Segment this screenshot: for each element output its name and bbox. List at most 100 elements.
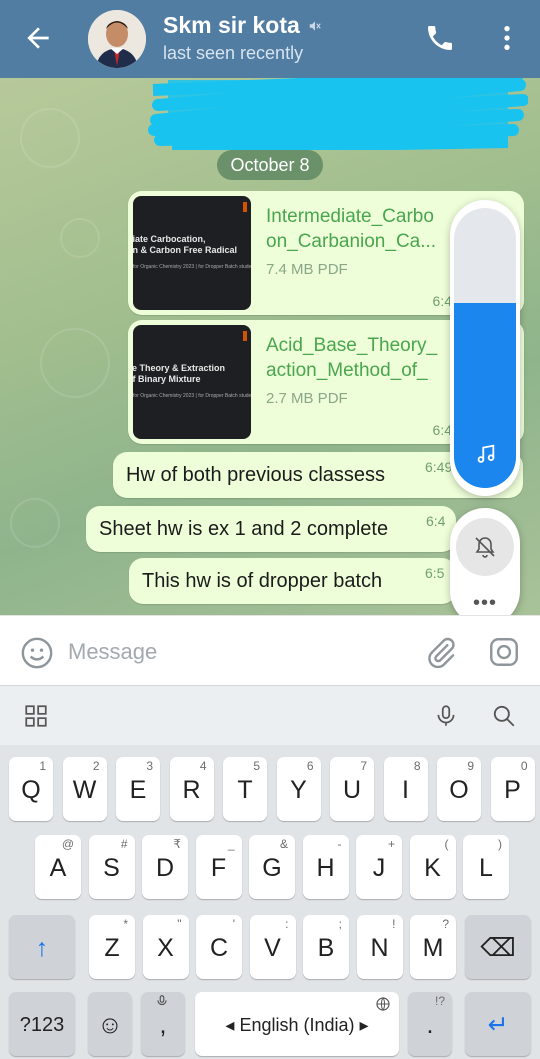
- shift-key[interactable]: ↑: [9, 915, 75, 979]
- pdf-thumbnail[interactable]: diate Carbocation, on & Carbon Free Radi…: [133, 196, 251, 310]
- thumbnail-title: se Theory & Extraction: [133, 363, 226, 373]
- key-label: V: [264, 934, 281, 962]
- wallpaper-doodle: [20, 108, 80, 168]
- arrow-left-icon[interactable]: [22, 22, 54, 54]
- apps-grid-icon[interactable]: [23, 703, 49, 729]
- text-message[interactable]: Sheet hw is ex 1 and 2 complete 6:4: [86, 506, 456, 552]
- key-s[interactable]: # S: [88, 835, 135, 899]
- message-text: This hw is of dropper batch: [142, 570, 383, 592]
- key-hint: 4: [199, 759, 207, 773]
- key-label: K: [424, 854, 441, 882]
- enter-key[interactable]: ↵: [465, 992, 531, 1056]
- key-label: T: [237, 776, 253, 804]
- key-f[interactable]: _ F: [195, 835, 242, 899]
- key-hint: _: [227, 837, 235, 851]
- redaction-scribble: [148, 78, 528, 150]
- key-h[interactable]: -H: [302, 835, 349, 899]
- key-label: Q: [21, 776, 41, 804]
- wallpaper-doodle: [60, 218, 100, 258]
- key-hint: 1: [39, 759, 46, 773]
- key-e[interactable]: 3E: [116, 757, 160, 821]
- key-label: I: [402, 776, 409, 804]
- key-k[interactable]: (K: [409, 835, 456, 899]
- key-g[interactable]: & G: [249, 835, 295, 899]
- message-input[interactable]: [68, 634, 398, 670]
- key-u[interactable]: 7U: [330, 757, 374, 821]
- emoji-icon[interactable]: [20, 636, 54, 670]
- key-z[interactable]: * Z: [89, 915, 135, 979]
- key-hint: ': [232, 917, 235, 931]
- mic-icon[interactable]: [433, 703, 459, 729]
- wallpaper-doodle: [40, 328, 110, 398]
- key-v[interactable]: :V: [249, 915, 296, 979]
- search-icon[interactable]: [491, 703, 517, 729]
- key-o[interactable]: 9O: [437, 757, 481, 821]
- key-label: ?123: [19, 1014, 65, 1036]
- contact-name-row[interactable]: Skm sir kota: [163, 12, 322, 39]
- key-w[interactable]: 2W: [62, 757, 107, 821]
- file-name-line: on_Carbanion_Ca...: [266, 231, 437, 252]
- key-b[interactable]: ; B: [303, 915, 349, 979]
- key-a[interactable]: @ A: [35, 835, 81, 899]
- key-hint: :: [285, 917, 289, 931]
- key-hint: *: [123, 917, 128, 931]
- pdf-thumbnail[interactable]: se Theory & Extraction of Binary Mixture…: [133, 325, 251, 439]
- thumbnail-caption: for Organic Chemistry 2023 | for Dropper…: [133, 264, 251, 270]
- key-p[interactable]: 0P: [490, 757, 535, 821]
- space-key[interactable]: ◂ English (India) ▸: [195, 992, 399, 1056]
- key-label: F: [210, 854, 227, 882]
- message-time: 6:4: [426, 513, 446, 529]
- key-label: N: [370, 934, 389, 962]
- symbols-key[interactable]: ?123: [9, 992, 75, 1056]
- avatar[interactable]: [88, 10, 146, 68]
- file-size: 7.4 MB PDF: [266, 261, 348, 278]
- key-label: E: [129, 776, 147, 804]
- key-label: X: [157, 934, 174, 962]
- key-label: P: [504, 776, 521, 804]
- key-hint: &: [279, 837, 288, 851]
- backspace-key[interactable]: ⌫: [465, 915, 531, 979]
- contact-name: Skm sir kota: [163, 12, 300, 38]
- phone-icon[interactable]: [424, 22, 456, 54]
- comma-key[interactable]: ,: [141, 992, 185, 1056]
- key-x[interactable]: " X: [142, 915, 189, 979]
- key-label: H: [316, 854, 335, 882]
- key-y[interactable]: 6Y: [276, 757, 321, 821]
- period-key[interactable]: !? .: [408, 992, 452, 1056]
- thumbnail-title: of Binary Mixture: [133, 374, 201, 384]
- key-m[interactable]: ? M: [410, 915, 456, 979]
- music-note-icon[interactable]: [475, 442, 497, 466]
- key-n[interactable]: ! N: [356, 915, 403, 979]
- emoji-key[interactable]: ☺: [88, 992, 132, 1056]
- bell-off-icon: [475, 537, 495, 558]
- key-d[interactable]: ₹ D: [142, 835, 188, 899]
- instagram-camera-icon[interactable]: [487, 635, 521, 669]
- key-hint: 7: [360, 759, 367, 773]
- more-options-button[interactable]: •••: [473, 592, 497, 615]
- key-hint: +: [387, 837, 395, 851]
- key-label: U: [342, 776, 362, 804]
- key-l[interactable]: ) L: [463, 835, 509, 899]
- key-c[interactable]: ' C: [196, 915, 242, 979]
- file-name-line: Acid_Base_Theory_: [266, 335, 438, 356]
- key-t[interactable]: 5T: [223, 757, 267, 821]
- key-q[interactable]: 1Q: [9, 757, 53, 821]
- paperclip-icon[interactable]: [424, 636, 458, 670]
- file-name[interactable]: Acid_Base_Theory_ action_Method_of_: [266, 333, 456, 383]
- ringer-mode-button[interactable]: [456, 518, 514, 576]
- message-time: 6:49: [425, 459, 453, 475]
- file-name-line: action_Method_of_: [266, 360, 428, 381]
- key-r[interactable]: 4R: [169, 757, 214, 821]
- key-j[interactable]: + J: [356, 835, 402, 899]
- date-separator: October 8: [217, 150, 323, 180]
- media-volume-slider[interactable]: [454, 208, 516, 488]
- key-label: A: [49, 854, 67, 882]
- text-message[interactable]: This hw is of dropper batch 6:5: [129, 558, 456, 604]
- key-i[interactable]: 8I: [383, 757, 428, 821]
- globe-icon: [376, 997, 390, 1011]
- vertical-dots-icon[interactable]: [491, 22, 523, 54]
- thumbnail-title: diate Carbocation,: [133, 234, 206, 244]
- file-name[interactable]: Intermediate_Carbo on_Carbanion_Ca...: [266, 204, 456, 254]
- key-label: G: [262, 854, 282, 882]
- key-hint: 5: [253, 759, 260, 773]
